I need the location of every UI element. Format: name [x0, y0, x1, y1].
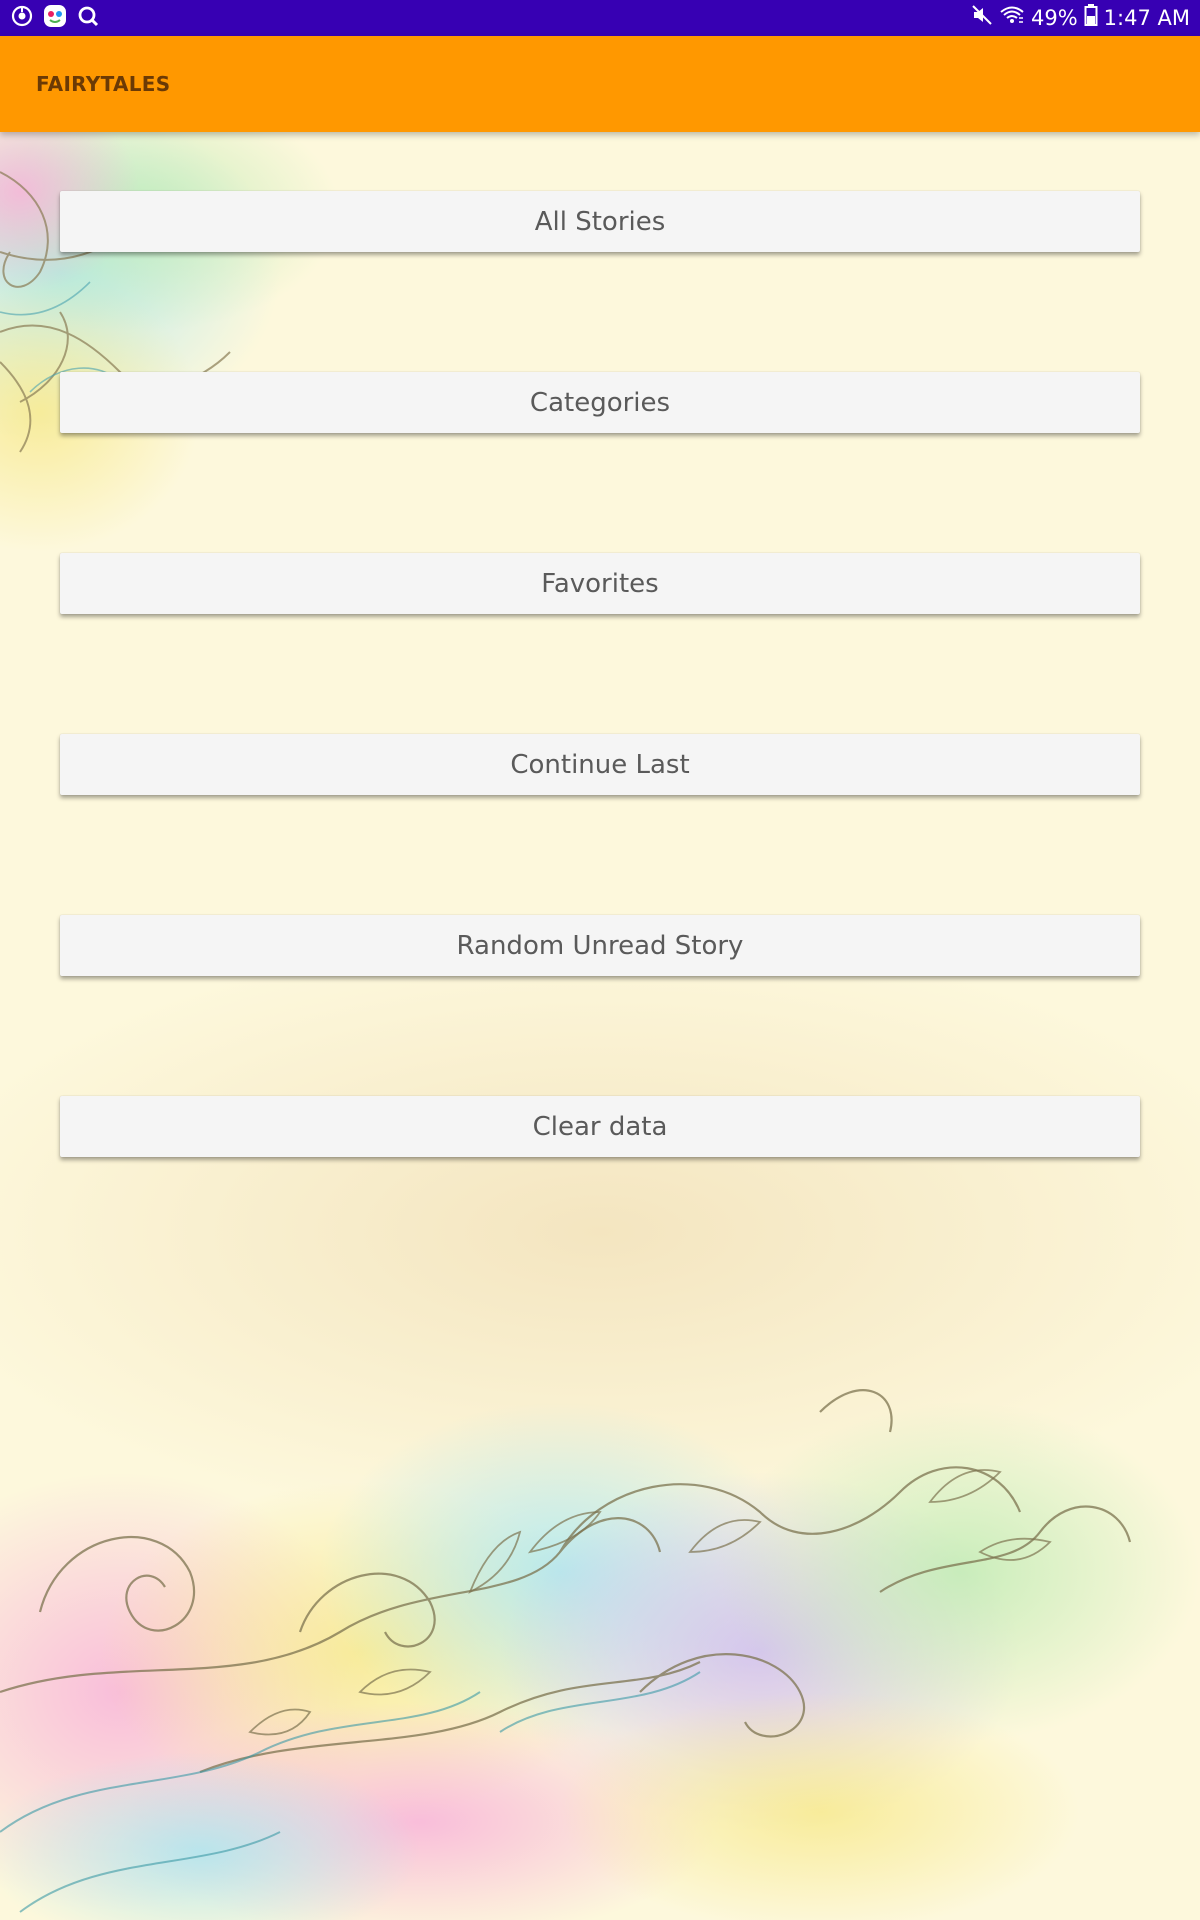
quick-search-icon: [76, 4, 100, 32]
app-title: FAIRYTALES: [36, 72, 171, 96]
clock: 1:47 AM: [1103, 6, 1190, 30]
continue-last-button[interactable]: Continue Last: [60, 734, 1140, 795]
favorites-button[interactable]: Favorites: [60, 553, 1140, 614]
battery-icon: [1084, 3, 1098, 33]
mute-icon: [971, 4, 993, 33]
all-stories-button[interactable]: All Stories: [60, 191, 1140, 252]
clear-data-button[interactable]: Clear data: [60, 1096, 1140, 1157]
categories-button[interactable]: Categories: [60, 372, 1140, 433]
battery-percent: 49%: [1030, 6, 1078, 30]
status-bar: 49% 1:47 AM: [0, 0, 1200, 36]
sync-icon: [10, 4, 34, 32]
app-face-icon: [42, 3, 68, 33]
wifi-icon: [999, 4, 1025, 33]
status-left-icons: [10, 4, 100, 32]
app-bar: FAIRYTALES: [0, 36, 1200, 132]
random-unread-story-button[interactable]: Random Unread Story: [60, 915, 1140, 976]
status-right-icons: 49% 1:47 AM: [971, 3, 1190, 33]
